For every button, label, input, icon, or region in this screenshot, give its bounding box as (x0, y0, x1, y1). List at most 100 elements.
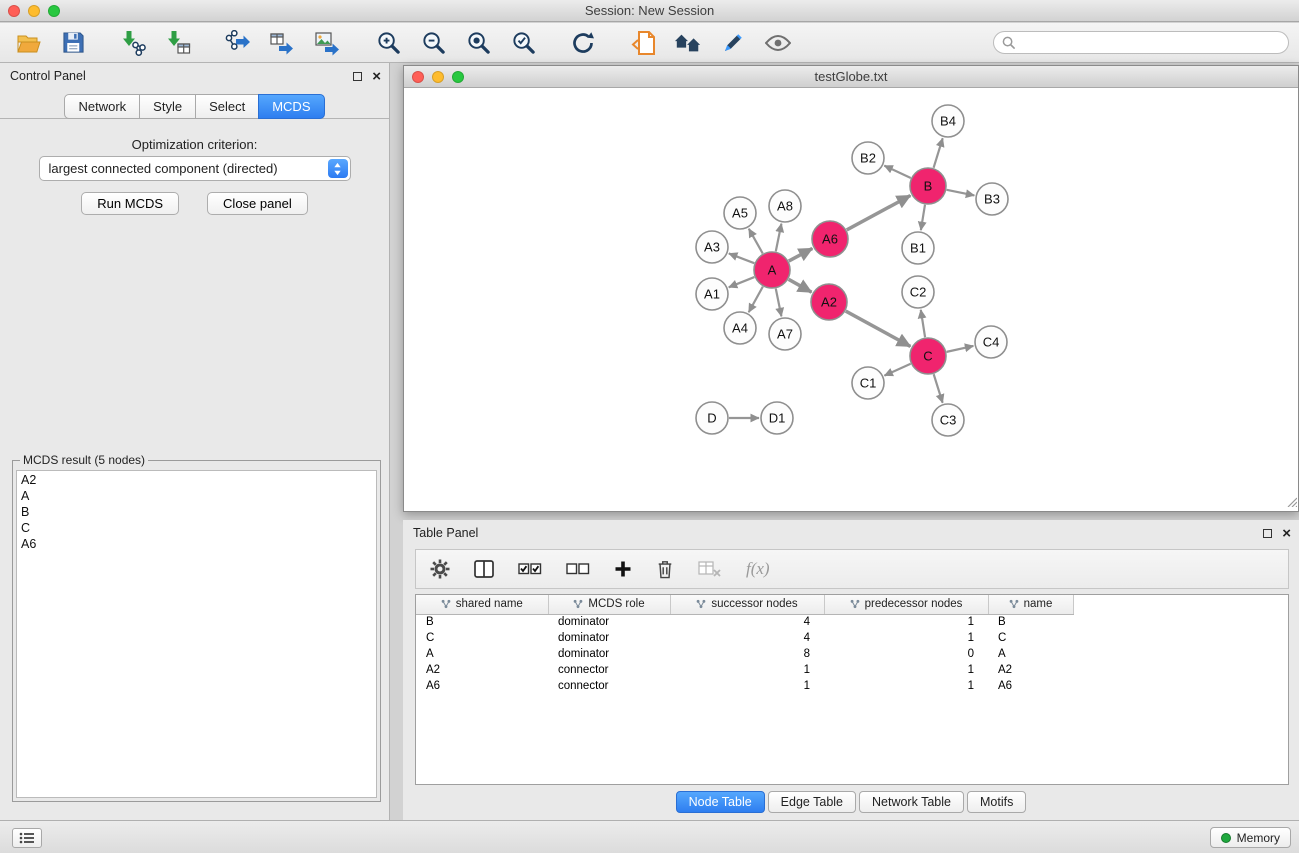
table-cell[interactable]: 1 (824, 662, 988, 678)
edge-C-C3[interactable] (934, 374, 943, 403)
tab-select[interactable]: Select (195, 94, 259, 119)
open-session-icon[interactable] (14, 29, 42, 57)
table-cell[interactable]: A2 (988, 662, 1073, 678)
node-B1[interactable]: B1 (902, 232, 934, 264)
table-cell[interactable]: A6 (988, 678, 1073, 694)
float-panel-icon[interactable] (353, 72, 362, 81)
node-D1[interactable]: D1 (761, 402, 793, 434)
style-brush-icon[interactable] (719, 29, 747, 57)
table-cell[interactable]: connector (548, 678, 670, 694)
node-C[interactable]: C (910, 338, 946, 374)
eye-icon[interactable] (764, 29, 792, 57)
node-B3[interactable]: B3 (976, 183, 1008, 215)
tab-edge-table[interactable]: Edge Table (768, 791, 856, 813)
close-window-button[interactable] (8, 5, 20, 17)
memory-button[interactable]: Memory (1210, 827, 1291, 848)
table-cell[interactable]: A (988, 646, 1073, 662)
column-header-predecessor-nodes[interactable]: predecessor nodes (824, 595, 988, 614)
node-A4[interactable]: A4 (724, 312, 756, 344)
refresh-icon[interactable] (569, 29, 597, 57)
column-header-mcds-role[interactable]: MCDS role (548, 595, 670, 614)
select-all-icon[interactable] (518, 555, 542, 583)
network-canvas[interactable]: B4B2BB3A5A8A6B1A3AA1C2A2A4A7C4C1CC3DD1 (404, 88, 1298, 511)
export-network-icon[interactable] (224, 29, 252, 57)
table-row[interactable]: Adominator80A (416, 646, 1073, 662)
save-session-icon[interactable] (59, 29, 87, 57)
edge-A-A4[interactable] (749, 287, 763, 313)
node-B[interactable]: B (910, 168, 946, 204)
table-cell[interactable]: 4 (670, 630, 824, 646)
edge-C-C4[interactable] (947, 346, 974, 352)
edge-C-C1[interactable] (884, 364, 910, 376)
mcds-result-item[interactable]: A2 (17, 472, 376, 488)
edge-B-B2[interactable] (884, 166, 910, 178)
table-cell[interactable]: 1 (824, 614, 988, 630)
edge-A2-C[interactable] (846, 311, 911, 346)
gear-icon[interactable] (430, 555, 450, 583)
table-cell[interactable]: 8 (670, 646, 824, 662)
zoom-in-icon[interactable] (374, 29, 402, 57)
edge-A-A7[interactable] (776, 289, 782, 317)
node-C4[interactable]: C4 (975, 326, 1007, 358)
table-float-icon[interactable] (1263, 529, 1272, 538)
node-C1[interactable]: C1 (852, 367, 884, 399)
mcds-result-list[interactable]: A2ABCA6 (16, 470, 377, 798)
task-history-button[interactable] (12, 828, 42, 848)
export-table-icon[interactable] (269, 29, 297, 57)
table-cell[interactable]: 1 (670, 678, 824, 694)
node-A6[interactable]: A6 (812, 221, 848, 257)
add-column-icon[interactable] (614, 555, 632, 583)
zoom-fit-icon[interactable] (464, 29, 492, 57)
delete-table-icon[interactable] (698, 555, 722, 583)
import-table-icon[interactable] (164, 29, 192, 57)
table-row[interactable]: Bdominator41B (416, 614, 1073, 630)
node-A2[interactable]: A2 (811, 284, 847, 320)
node-A8[interactable]: A8 (769, 190, 801, 222)
edge-A-A3[interactable] (729, 253, 754, 263)
node-A5[interactable]: A5 (724, 197, 756, 229)
edge-C-C2[interactable] (921, 310, 925, 337)
node-C3[interactable]: C3 (932, 404, 964, 436)
node-B2[interactable]: B2 (852, 142, 884, 174)
table-cell[interactable]: dominator (548, 614, 670, 630)
show-columns-icon[interactable] (474, 555, 494, 583)
zoom-window-button[interactable] (48, 5, 60, 17)
edge-A-A8[interactable] (776, 224, 782, 252)
edge-A-A6[interactable] (789, 248, 813, 261)
column-header-shared-name[interactable]: shared name (416, 595, 548, 614)
zoom-selected-icon[interactable] (509, 29, 537, 57)
table-row[interactable]: A6connector11A6 (416, 678, 1073, 694)
export-image-icon[interactable] (314, 29, 342, 57)
tab-style[interactable]: Style (139, 94, 196, 119)
delete-column-icon[interactable] (656, 555, 674, 583)
node-A[interactable]: A (754, 252, 790, 288)
resize-grip-icon[interactable] (1285, 495, 1297, 510)
zoom-out-icon[interactable] (419, 29, 447, 57)
mcds-result-item[interactable]: C (17, 520, 376, 536)
table-cell[interactable]: C (988, 630, 1073, 646)
table-cell[interactable]: connector (548, 662, 670, 678)
mcds-result-item[interactable]: B (17, 504, 376, 520)
search-input[interactable] (1020, 36, 1280, 50)
close-panel-button[interactable]: Close panel (207, 192, 308, 215)
mcds-result-item[interactable]: A6 (17, 536, 376, 552)
node-A1[interactable]: A1 (696, 278, 728, 310)
edge-A-A2[interactable] (789, 279, 812, 292)
table-cell[interactable]: B (988, 614, 1073, 630)
table-cell[interactable]: C (416, 630, 548, 646)
table-cell[interactable]: 1 (824, 630, 988, 646)
network-close-button[interactable] (412, 71, 424, 83)
tab-motifs[interactable]: Motifs (967, 791, 1026, 813)
tab-node-table[interactable]: Node Table (676, 791, 765, 813)
table-cell[interactable]: 4 (670, 614, 824, 630)
edge-A6-B[interactable] (847, 196, 911, 230)
network-minimize-button[interactable] (432, 71, 444, 83)
column-header-name[interactable]: name (988, 595, 1073, 614)
table-close-icon[interactable]: × (1282, 526, 1291, 541)
snapshot-icon[interactable] (629, 29, 657, 57)
table-cell[interactable]: A (416, 646, 548, 662)
tab-network[interactable]: Network (64, 94, 140, 119)
node-A3[interactable]: A3 (696, 231, 728, 263)
table-cell[interactable]: dominator (548, 630, 670, 646)
table-cell[interactable]: 0 (824, 646, 988, 662)
